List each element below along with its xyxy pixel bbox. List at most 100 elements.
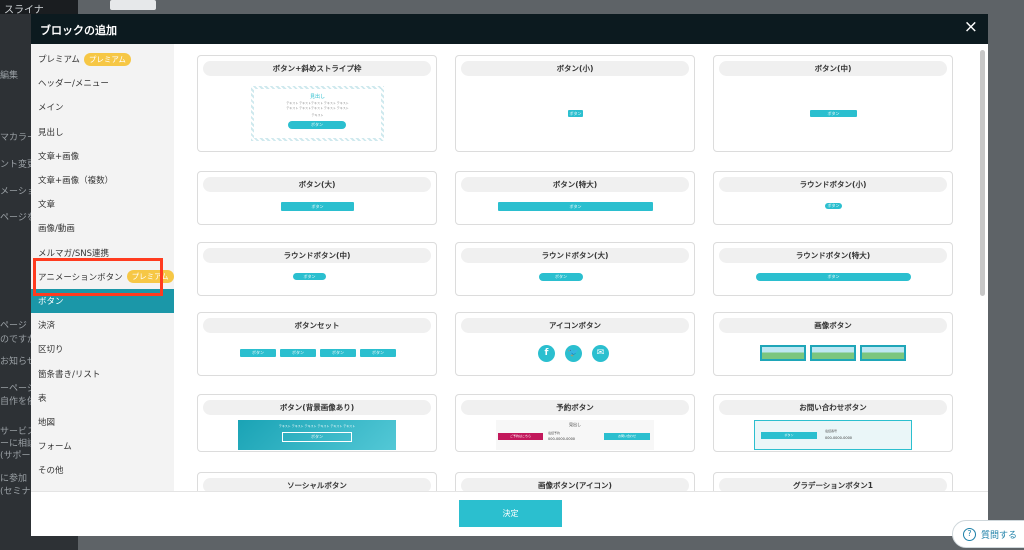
category-item[interactable]: ボタン (31, 288, 174, 314)
category-label: 見出し (38, 127, 64, 138)
block-card[interactable]: グラデーションボタン1 (713, 472, 953, 491)
block-card[interactable]: ボタン(大) ボタン (197, 171, 437, 225)
category-item[interactable]: 区切り (31, 337, 174, 361)
preview-text: テキスト テキストテキスト テキスト テキスト (286, 106, 349, 110)
block-preview: ボタン (714, 263, 952, 295)
category-item[interactable]: 箇条書き/リスト (31, 361, 174, 385)
category-item[interactable]: プレミアム プレミアム (31, 47, 174, 71)
category-label: ボタン (38, 296, 64, 307)
add-block-modal: ブロックの追加 × プレミアム プレミアム ヘッダー/メニュー メイン 見出し 文章+画像… (31, 14, 988, 536)
category-label: 画像/動画 (38, 224, 75, 235)
category-item[interactable]: 文章+画像（複数） (31, 168, 174, 192)
block-preview: テキスト テキスト テキスト テキスト テキスト テキスト ボタン (198, 415, 436, 451)
category-label: メルマガ/SNS連携 (38, 248, 110, 259)
preview-text: テキスト テキストテキスト テキスト テキスト (286, 101, 349, 105)
category-item[interactable]: メルマガ/SNS連携 (31, 241, 174, 265)
block-card[interactable]: ボタンセット ボタン ボタン ボタン ボタン (197, 312, 437, 376)
preview-heading: 見出し (569, 422, 581, 427)
preview-button: ボタン (240, 349, 276, 357)
image-placeholder-icon (860, 345, 906, 361)
block-card-title: ラウンドボタン(中) (203, 248, 431, 263)
category-label: プレミアム (38, 55, 80, 66)
block-card-title: ソーシャルボタン (203, 478, 431, 491)
preview-button: ボタン (320, 349, 356, 357)
preview-button: ボタン (360, 349, 396, 357)
block-card[interactable]: ボタン+斜めストライプ枠 見出し テキスト テキストテキスト テキスト テキスト テキ… (197, 55, 437, 152)
background-top-button (110, 0, 156, 10)
question-icon: ? (963, 527, 976, 541)
block-card[interactable]: ボタン(中) ボタン (713, 55, 953, 152)
block-card[interactable]: 画像ボタン (713, 312, 953, 376)
block-preview: ボタン (198, 263, 436, 295)
category-item[interactable]: 文章+画像 (31, 144, 174, 168)
category-item[interactable]: ヘッダー/メニュー (31, 71, 174, 95)
help-label: 質問する (981, 530, 1018, 541)
preview-heading: 見出し (309, 94, 325, 100)
category-item[interactable]: 表 (31, 386, 174, 410)
twitter-icon: 🐦 (565, 345, 582, 362)
category-item[interactable]: 地図 (31, 410, 174, 434)
category-item[interactable]: 見出し (31, 120, 174, 144)
category-item[interactable]: メイン (31, 95, 174, 119)
block-card[interactable]: ボタン(特大) ボタン (455, 171, 695, 225)
category-label: 決済 (38, 321, 56, 332)
category-item[interactable]: フォーム (31, 434, 174, 458)
block-card[interactable]: アイコンボタン f 🐦 ✉ (455, 312, 695, 376)
mail-icon: ✉ (592, 345, 609, 362)
block-preview (714, 333, 952, 375)
block-preview: ボタン (456, 263, 694, 295)
image-placeholder-icon (810, 345, 856, 361)
block-card[interactable]: ソーシャルボタン (197, 472, 437, 491)
facebook-icon: f (538, 345, 555, 362)
category-item[interactable]: 画像/動画 (31, 216, 174, 240)
category-item[interactable]: その他 (31, 458, 174, 482)
block-preview: ボタン (456, 192, 694, 224)
bg-image-preview: テキスト テキスト テキスト テキスト テキスト テキスト ボタン (238, 420, 396, 450)
block-grid[interactable]: ボタン+斜めストライプ枠 見出し テキスト テキストテキスト テキスト テキスト テキ… (174, 44, 988, 491)
preview-button: ボタン (756, 273, 911, 281)
category-label: アニメーションボタン (38, 272, 123, 283)
category-item[interactable]: アニメーションボタン プレミアム (31, 265, 174, 289)
block-card[interactable]: お問い合わせボタン ボタン 電話番号 000-0000-0000 (713, 394, 953, 452)
block-card-title: 画像ボタン (719, 318, 947, 333)
modal-footer: 決定 (31, 491, 988, 536)
block-card[interactable]: 予約ボタン 見出し ご予約はこちら 電話予約 000-0000-0000 お問い合わせ (455, 394, 695, 452)
block-card[interactable]: ラウンドボタン(小) ボタン (713, 171, 953, 225)
preview-text: 電話予約 (548, 431, 561, 435)
block-preview: ボタン (714, 76, 952, 151)
premium-badge: プレミアム (126, 270, 174, 284)
preview-text: 電話番号 (825, 429, 838, 433)
category-item[interactable]: 決済 (31, 313, 174, 337)
block-preview: ボタン ボタン ボタン ボタン (198, 333, 436, 375)
preview-button: ボタン (761, 432, 817, 439)
block-card[interactable]: ボタン(背景画像あり) テキスト テキスト テキスト テキスト テキスト テキスト… (197, 394, 437, 452)
block-card[interactable]: ラウンドボタン(特大) ボタン (713, 242, 953, 296)
category-item[interactable]: 文章 (31, 192, 174, 216)
block-card-title: ラウンドボタン(大) (461, 248, 689, 263)
block-card[interactable]: ラウンドボタン(中) ボタン (197, 242, 437, 296)
block-card[interactable]: ボタン(小) ボタン (455, 55, 695, 152)
category-label: ヘッダー/メニュー (38, 79, 109, 90)
scrollbar[interactable] (980, 50, 985, 296)
preview-text: 000-0000-0000 (825, 436, 853, 440)
block-card[interactable]: ラウンドボタン(大) ボタン (455, 242, 695, 296)
block-preview: ボタン (714, 192, 952, 224)
preview-button: ボタン (288, 121, 346, 129)
help-button[interactable]: ? 質問する (952, 520, 1024, 548)
block-card-title: ボタン(中) (719, 61, 947, 76)
category-label: 地図 (38, 417, 56, 428)
block-card-title: ボタン(背景画像あり) (203, 400, 431, 415)
close-icon[interactable]: × (964, 19, 978, 36)
preview-button: ご予約はこちら (498, 433, 543, 440)
block-card[interactable]: 画像ボタン(アイコン) (455, 472, 695, 491)
confirm-button[interactable]: 決定 (459, 500, 562, 527)
category-label: 区切り (38, 345, 64, 356)
preview-button: ボタン (280, 349, 316, 357)
preview-button: ボタン (293, 273, 326, 280)
preview-text: テキスト (311, 113, 324, 117)
preview-text: 000-0000-0000 (548, 437, 576, 441)
block-preview: f 🐦 ✉ (456, 333, 694, 375)
background-sidebar-title: スライナ (0, 0, 78, 14)
block-preview: 見出し テキスト テキストテキスト テキスト テキスト テキスト テキストテキスト … (198, 76, 436, 151)
category-label: 文章+画像（複数） (38, 176, 114, 187)
